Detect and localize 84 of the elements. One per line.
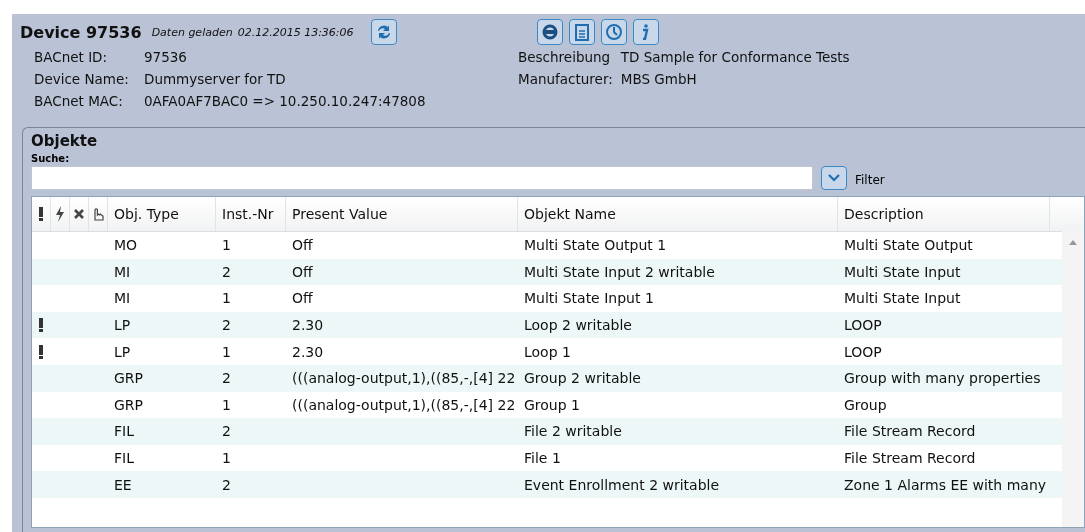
chevron-down-icon bbox=[827, 173, 841, 183]
table-cell: Loop 1 bbox=[524, 343, 571, 360]
table-cell: 2 bbox=[222, 263, 231, 280]
clock-button[interactable] bbox=[600, 19, 627, 45]
table-cell: Loop 2 writable bbox=[524, 317, 632, 334]
field-label: BACnet MAC: bbox=[34, 93, 124, 109]
table-cell: (((analog-output,1),((85,-,[4] 22 bbox=[292, 370, 516, 387]
value-header[interactable]: Present Value bbox=[286, 197, 518, 231]
table-cell: LOOP bbox=[844, 317, 882, 334]
table-cell: MI bbox=[114, 263, 131, 280]
info-icon bbox=[641, 24, 650, 40]
table-cell: MI bbox=[114, 290, 131, 307]
field-value: 0AFA0AF7BAC0 => 10.250.10.247:47808 bbox=[144, 93, 427, 109]
field-value: Dummyserver for TD bbox=[144, 71, 287, 87]
table-cell: 2 bbox=[222, 423, 231, 440]
clock-icon bbox=[603, 22, 624, 42]
info-button[interactable] bbox=[632, 19, 659, 45]
table-cell: LP bbox=[114, 317, 131, 334]
table-cell: 1 bbox=[222, 450, 231, 467]
table-cell: 1 bbox=[222, 237, 231, 254]
filter-label: Filter bbox=[855, 173, 885, 187]
table-cell: GRP bbox=[114, 370, 144, 387]
inst-header[interactable]: Inst.-Nr bbox=[216, 197, 286, 231]
table-cell: 1 bbox=[222, 396, 231, 413]
table-cell: Multi State Output bbox=[844, 237, 973, 254]
table-cell: Group 1 bbox=[524, 396, 580, 413]
table-cell: Group with many properties bbox=[844, 370, 1041, 387]
loaded-label: Daten geladen bbox=[151, 25, 233, 39]
table-cell: 1 bbox=[222, 343, 231, 360]
table-cell: Multi State Input bbox=[844, 263, 961, 280]
table-cell: MO bbox=[114, 237, 138, 254]
table-cell: Multi State Input bbox=[844, 290, 961, 307]
lightning-icon bbox=[55, 206, 65, 222]
vertical-scrollbar[interactable] bbox=[1062, 231, 1084, 527]
table-cell: EE bbox=[114, 476, 132, 493]
table-cell: Off bbox=[292, 290, 313, 307]
search-label: Suche: bbox=[31, 153, 71, 164]
sync-button[interactable] bbox=[536, 19, 563, 45]
refresh-button[interactable] bbox=[370, 19, 397, 45]
search-field[interactable] bbox=[31, 166, 813, 190]
exclamation-icon bbox=[38, 206, 44, 222]
table-cell: FIL bbox=[114, 450, 134, 467]
table-cell: File Stream Record bbox=[844, 450, 976, 467]
table-cell: File Stream Record bbox=[844, 423, 976, 440]
table-cell: LP bbox=[114, 343, 131, 360]
table-cell: GRP bbox=[114, 396, 144, 413]
table-cell: Group bbox=[844, 396, 887, 413]
type-header[interactable]: Obj. Type bbox=[108, 197, 216, 231]
field-value: TD Sample for Conformance Tests bbox=[620, 49, 850, 65]
table-cell: 1 bbox=[222, 290, 231, 307]
field-value: MBS GmbH bbox=[620, 71, 698, 87]
table-cell: Multi State Input 1 bbox=[524, 290, 654, 307]
loaded-time: 02.12.2015 13:36:06 bbox=[237, 25, 354, 39]
field-label: Beschreibung bbox=[518, 49, 612, 65]
table-cell: (((analog-output,1),((85,-,[4] 22 bbox=[292, 396, 516, 413]
table-cell: 2 bbox=[222, 317, 231, 334]
field-label: BACnet ID: bbox=[34, 49, 109, 65]
hand-pointer-icon bbox=[91, 206, 105, 222]
cross-icon bbox=[73, 208, 85, 220]
document-button[interactable] bbox=[568, 19, 595, 45]
filter-dropdown-button[interactable] bbox=[821, 166, 847, 190]
table-cell: 2.30 bbox=[292, 317, 324, 334]
table-cell: Off bbox=[292, 237, 313, 254]
table-cell: 2.30 bbox=[292, 343, 324, 360]
scroll-up-icon[interactable] bbox=[1069, 239, 1077, 245]
name-header[interactable]: Objekt Name bbox=[518, 197, 838, 231]
table-cell: File 2 writable bbox=[524, 423, 622, 440]
table-cell: 2 bbox=[222, 370, 231, 387]
table-cell: Multi State Output 1 bbox=[524, 237, 667, 254]
description-header[interactable]: Description bbox=[838, 197, 1050, 231]
device-title: Device 97536 bbox=[20, 22, 142, 42]
table-cell: Off bbox=[292, 263, 313, 280]
table-cell: 2 bbox=[222, 476, 231, 493]
field-value: 97536 bbox=[144, 49, 188, 65]
table-cell: Multi State Input 2 writable bbox=[524, 263, 715, 280]
table-cell: LOOP bbox=[844, 343, 882, 360]
objects-title: Objekte bbox=[31, 132, 99, 150]
field-label: Device Name: bbox=[34, 71, 130, 87]
table-cell: FIL bbox=[114, 423, 134, 440]
field-label: Manufacturer: bbox=[518, 71, 613, 87]
table-cell: File 1 bbox=[524, 450, 561, 467]
table-cell: Group 2 writable bbox=[524, 370, 641, 387]
table-cell: Zone 1 Alarms EE with many bbox=[844, 476, 1047, 493]
table-cell: Event Enrollment 2 writable bbox=[524, 476, 720, 493]
